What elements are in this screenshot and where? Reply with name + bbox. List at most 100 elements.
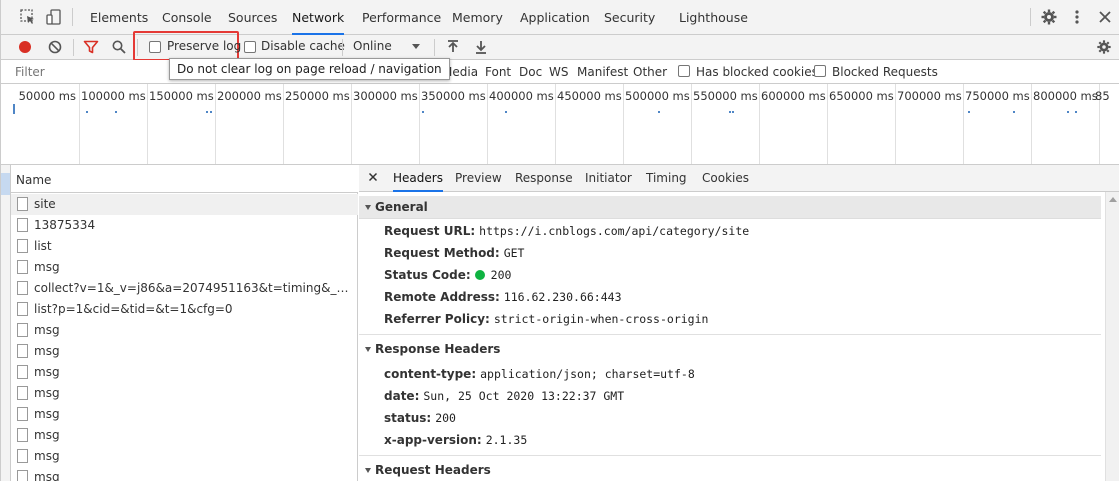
dropdown-arrow-icon[interactable] [410, 40, 426, 56]
tab-lighthouse[interactable]: Lighthouse [679, 0, 748, 35]
timeline-tick-label: 650000 ms [829, 89, 894, 103]
request-row[interactable]: msg [11, 446, 358, 467]
more-options-icon[interactable] [1068, 8, 1086, 26]
tab-application[interactable]: Application [520, 0, 590, 35]
request-row[interactable]: msg [11, 404, 358, 425]
detail-scrollbar[interactable] [1105, 192, 1119, 481]
network-toolbar: Preserve log Disable cache Online [1, 31, 1119, 61]
request-row[interactable]: list [11, 236, 358, 257]
filter-type-ws[interactable]: WS [549, 65, 568, 79]
response-headers-section-header[interactable]: Response Headers [359, 338, 1101, 361]
record-icon[interactable] [17, 39, 33, 55]
content-type-row: content-type: application/json; charset=u… [384, 367, 695, 381]
request-headers-section-header[interactable]: Request Headers [359, 459, 1101, 481]
import-har-icon[interactable] [445, 39, 461, 55]
status-ok-icon [474, 270, 485, 280]
timeline-request-mark [1013, 111, 1015, 113]
device-toolbar-icon[interactable] [45, 8, 63, 26]
has-blocked-cookies-checkbox[interactable] [678, 65, 690, 77]
toolbar-separator [434, 39, 435, 56]
detail-tab-preview[interactable]: Preview [455, 165, 502, 192]
request-name: site [34, 197, 56, 211]
network-overview-timeline[interactable]: 50000 ms 100000 ms 150000 ms 200000 ms 25000… [1, 84, 1119, 165]
document-file-icon [17, 407, 28, 421]
export-har-icon[interactable] [473, 39, 489, 55]
detail-tab-timing[interactable]: Timing [646, 165, 687, 192]
timeline-tick-label: 450000 ms [557, 89, 622, 103]
tab-divider [72, 8, 73, 26]
detail-tab-initiator[interactable]: Initiator [585, 165, 632, 192]
timeline-gridline [487, 84, 488, 164]
remote-address-row: Remote Address: 116.62.230.66:443 [384, 290, 622, 304]
tab-elements[interactable]: Elements [90, 0, 148, 35]
request-name: list [34, 239, 52, 253]
detail-tab-headers[interactable]: Headers [393, 165, 443, 192]
request-headers-title: Request Headers [375, 463, 491, 477]
request-row[interactable]: msg [11, 320, 358, 341]
request-name: msg [34, 344, 60, 358]
tab-memory[interactable]: Memory [452, 0, 503, 35]
name-column-header[interactable]: Name [16, 173, 51, 187]
request-row[interactable]: msg [11, 362, 358, 383]
preserve-log-checkbox[interactable] [149, 41, 161, 53]
request-row[interactable]: msg [11, 425, 358, 446]
document-file-icon [17, 260, 28, 274]
request-row[interactable]: site [11, 194, 358, 215]
timeline-gridline [351, 84, 352, 164]
timeline-gridline [79, 84, 80, 164]
request-row[interactable]: collect?v=1&_v=j86&a=2074951163&t=timing… [11, 278, 358, 299]
blocked-requests-checkbox[interactable] [814, 65, 826, 77]
close-devtools-icon[interactable] [1096, 8, 1114, 26]
filter-type-font[interactable]: Font [485, 65, 511, 79]
tab-security[interactable]: Security [604, 0, 655, 35]
inspect-element-icon[interactable] [19, 8, 37, 26]
detail-tab-response[interactable]: Response [515, 165, 573, 192]
network-settings-gear-icon[interactable] [1096, 39, 1112, 55]
expand-triangle-icon [365, 205, 371, 210]
scroll-up-arrow-icon[interactable] [1109, 196, 1117, 204]
disable-cache-label[interactable]: Disable cache [261, 39, 345, 53]
request-row[interactable]: msg [11, 257, 358, 278]
tab-performance[interactable]: Performance [362, 0, 441, 35]
document-file-icon [17, 281, 28, 295]
timeline-request-mark [115, 111, 117, 113]
request-row[interactable]: 13875334 [11, 215, 358, 236]
filter-type-manifest[interactable]: Manifest [577, 65, 628, 79]
timeline-request-mark [505, 111, 507, 113]
filter-input[interactable] [15, 63, 165, 81]
timeline-request-mark [1067, 111, 1069, 113]
throttling-select[interactable]: Online [353, 39, 392, 53]
document-file-icon [17, 470, 28, 481]
request-list-header[interactable]: Name [11, 165, 358, 193]
expand-triangle-icon [365, 347, 371, 352]
filter-type-doc[interactable]: Doc [519, 65, 542, 79]
gutter-marker [1, 173, 10, 195]
timeline-request-mark [1075, 111, 1077, 113]
request-row[interactable]: list?p=1&cid=&tid=&t=1&cfg=0 [11, 299, 358, 320]
general-section-header[interactable]: General [359, 196, 1101, 219]
timeline-tick-label: 550000 ms [693, 89, 758, 103]
toolbar-separator [342, 39, 343, 56]
toolbar-separator [73, 39, 74, 56]
document-file-icon [17, 197, 28, 211]
tab-console[interactable]: Console [162, 0, 212, 35]
tab-network[interactable]: Network [292, 0, 345, 35]
request-row[interactable]: msg [11, 467, 358, 481]
detail-tab-cookies[interactable]: Cookies [702, 165, 749, 192]
preserve-log-label[interactable]: Preserve log [167, 39, 241, 53]
blocked-requests-label[interactable]: Blocked Requests [832, 65, 938, 79]
settings-gear-icon[interactable] [1040, 8, 1058, 26]
filter-icon[interactable] [83, 39, 99, 55]
search-icon[interactable] [111, 39, 127, 55]
filter-type-other[interactable]: Other [633, 65, 667, 79]
clear-icon[interactable] [47, 39, 63, 55]
request-row[interactable]: msg [11, 341, 358, 362]
section-divider [359, 334, 1101, 335]
close-detail-icon[interactable] [367, 171, 379, 186]
request-row[interactable]: msg [11, 383, 358, 404]
main-tab-bar: Elements Console Sources Network Perform… [1, 0, 1119, 35]
tab-sources[interactable]: Sources [228, 0, 277, 35]
disable-cache-checkbox[interactable] [244, 41, 256, 53]
timeline-tick-label: 800000 ms [1033, 89, 1098, 103]
has-blocked-cookies-label[interactable]: Has blocked cookies [696, 65, 818, 79]
